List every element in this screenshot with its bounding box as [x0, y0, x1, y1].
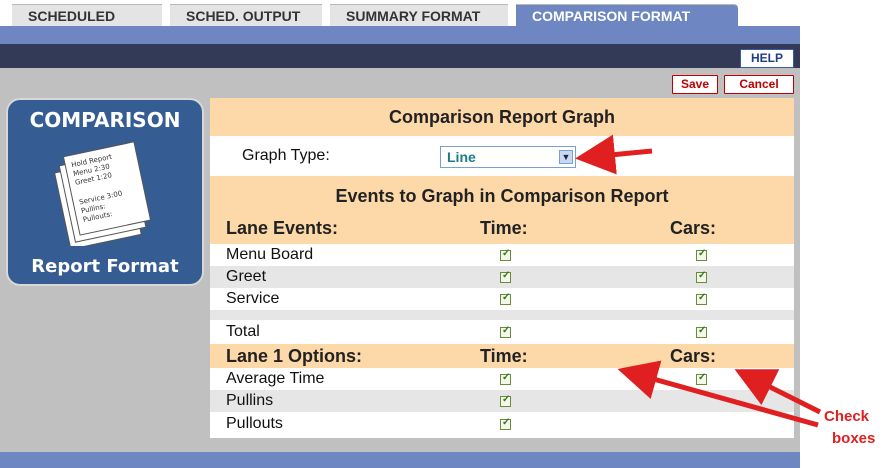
annotation-line-2: boxes	[832, 430, 876, 447]
pullouts-time-checkbox[interactable]	[500, 417, 511, 430]
cars-header: Cars:	[670, 218, 717, 238]
total-label: Total	[226, 323, 260, 340]
menu-board-time-checkbox[interactable]	[500, 248, 511, 261]
options-time-header: Time:	[480, 346, 528, 366]
options-cars-header: Cars:	[670, 346, 717, 366]
row-label: Menu Board	[226, 246, 314, 263]
top-band	[0, 26, 800, 44]
graph-type-value: Line	[447, 149, 476, 165]
badge-footer: Report Format	[31, 256, 179, 277]
time-header: Time:	[480, 218, 528, 238]
row-label: Service	[226, 290, 280, 307]
table-row: Service	[210, 288, 794, 310]
help-button[interactable]: HELP	[740, 49, 794, 68]
table-row: Greet	[210, 266, 794, 288]
graph-type-select[interactable]: Line ▼	[440, 146, 576, 168]
average-time-cars-checkbox[interactable]	[696, 372, 707, 385]
bottom-band	[0, 452, 800, 468]
row-label: Greet	[226, 268, 267, 285]
service-time-checkbox[interactable]	[500, 292, 511, 305]
average-time-time-checkbox[interactable]	[500, 372, 511, 385]
tab-scheduled[interactable]: SCHEDULED	[12, 4, 162, 26]
tab-comparison-format[interactable]: COMPARISON FORMAT	[516, 4, 738, 26]
badge-title: COMPARISON	[29, 108, 181, 132]
nav-band	[0, 44, 800, 68]
greet-time-checkbox[interactable]	[500, 270, 511, 283]
report-title: Comparison Report Graph	[210, 98, 794, 136]
cancel-button[interactable]: Cancel	[724, 75, 794, 94]
chevron-down-icon[interactable]: ▼	[559, 150, 573, 164]
total-cars-checkbox[interactable]	[696, 325, 707, 338]
comparison-badge: COMPARISON Hold Report Menu 2:30 Greet 1…	[6, 98, 204, 286]
app-window: SCHEDULED SCHED. OUTPUT SUMMARY FORMAT C…	[0, 0, 800, 468]
total-row: Total	[210, 320, 794, 344]
events-section-header: Events to Graph in Comparison Report Lan…	[210, 176, 794, 244]
table-row: Pullouts	[210, 412, 794, 436]
total-time-checkbox[interactable]	[500, 325, 511, 338]
row-label: Average Time	[226, 370, 325, 387]
greet-cars-checkbox[interactable]	[696, 270, 707, 283]
service-cars-checkbox[interactable]	[696, 292, 707, 305]
tab-bar: SCHEDULED SCHED. OUTPUT SUMMARY FORMAT C…	[0, 0, 800, 26]
graph-type-label: Graph Type:	[242, 147, 330, 164]
table-row: Menu Board	[210, 244, 794, 266]
save-button[interactable]: Save	[672, 75, 718, 94]
lane-events-header: Lane Events:	[226, 218, 339, 238]
tab-sched-output[interactable]: SCHED. OUTPUT	[170, 4, 322, 26]
lane-options-label: Lane 1 Options:	[226, 346, 363, 366]
pullins-time-checkbox[interactable]	[500, 394, 511, 407]
tab-summary-format[interactable]: SUMMARY FORMAT	[330, 4, 508, 26]
table-row: Pullins	[210, 390, 794, 412]
row-label: Pullouts	[226, 415, 283, 432]
comparison-report-panel: Comparison Report Graph Graph Type: Line…	[210, 98, 794, 438]
table-row: Average Time	[210, 368, 794, 390]
events-title: Events to Graph in Comparison Report	[335, 186, 669, 206]
row-label: Pullins	[226, 392, 274, 409]
lane-options-header: Lane 1 Options: Time: Cars:	[210, 344, 794, 368]
spacer-row	[210, 310, 794, 320]
menu-board-cars-checkbox[interactable]	[696, 248, 707, 261]
annotation-line-1: Check	[824, 408, 870, 425]
report-papers-icon: Hold Report Menu 2:30 Greet 1:20 Service…	[54, 142, 152, 246]
